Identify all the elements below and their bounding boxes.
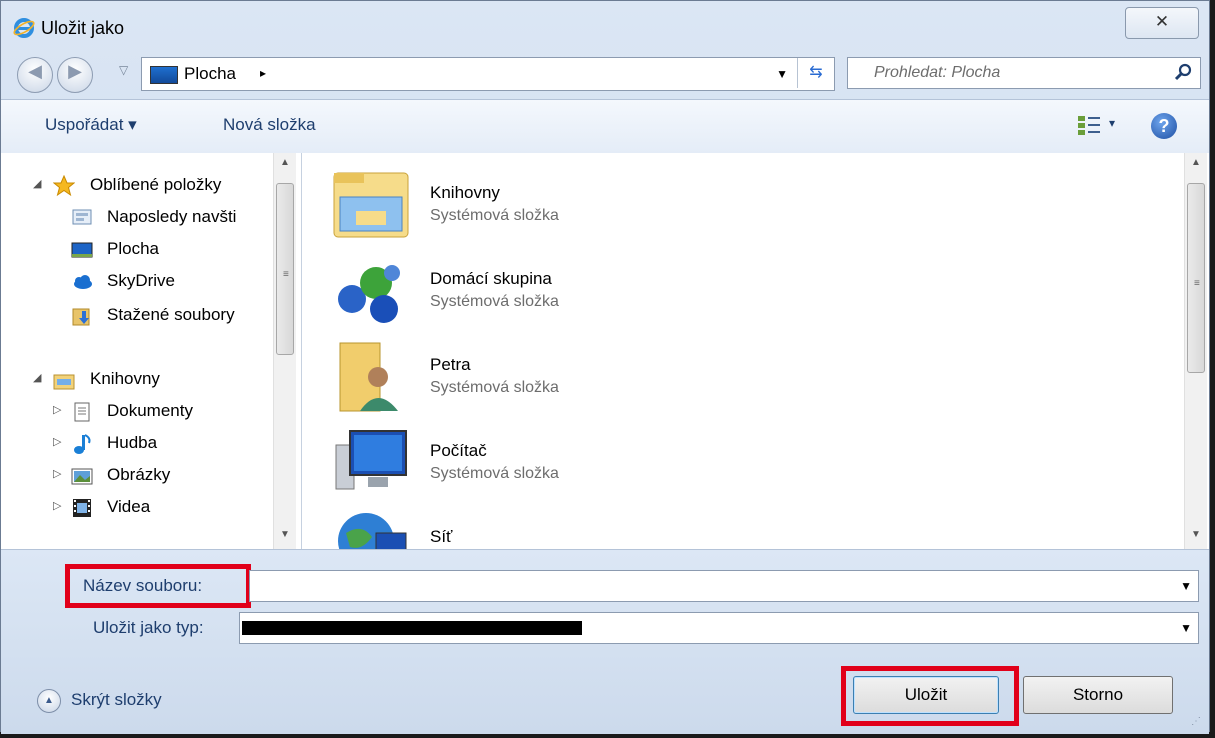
user-folder-icon (339, 342, 398, 412)
grip-icon: ≡ (283, 269, 289, 280)
address-bar[interactable]: Plocha ▸ ▼ ⇆ (141, 57, 835, 91)
save-button[interactable]: Uložit (853, 676, 999, 714)
filename-label: Název souboru: (83, 576, 203, 595)
close-button[interactable]: ✕ (1125, 7, 1199, 39)
network-icon (338, 513, 407, 549)
list-item-libraries[interactable]: Knihovny Systémová složka (332, 167, 892, 247)
forward-button[interactable]: ▶ (57, 57, 93, 93)
refresh-button[interactable]: ⇆ (797, 58, 834, 88)
organize-button[interactable]: Uspořádat ▾ (45, 115, 137, 135)
computer-icon (335, 430, 407, 490)
filename-input[interactable]: ▼ (249, 570, 1199, 602)
desktop-icon (150, 66, 178, 84)
item-name[interactable]: Síť (430, 527, 452, 547)
item-type: Systémová složka (430, 207, 559, 224)
change-view-icon[interactable] (1077, 114, 1101, 136)
star-icon (53, 175, 75, 197)
view-dropdown-icon[interactable]: ▾ (1109, 116, 1115, 130)
downloads-icon (72, 308, 90, 326)
tree-label[interactable]: Dokumenty (107, 401, 193, 421)
item-type: Systémová složka (430, 379, 559, 396)
expand-icon[interactable]: ▷ (53, 467, 61, 480)
scroll-down-icon[interactable]: ▼ (274, 529, 296, 547)
scroll-up-icon[interactable]: ▲ (1185, 157, 1207, 175)
hide-folders-icon[interactable]: ▲ (37, 689, 61, 713)
homegroup-icon (338, 265, 400, 323)
back-arrow-icon: ◀ (28, 61, 42, 81)
file-list-scrollbar[interactable]: ▲ ≡ ▼ (1184, 153, 1207, 549)
documents-icon (74, 402, 90, 422)
item-name[interactable]: Domácí skupina (430, 269, 552, 289)
window-title: Uložit jako (41, 18, 125, 38)
help-icon[interactable]: ? (1151, 113, 1177, 139)
filetype-select[interactable]: ▼ (239, 612, 1199, 644)
redaction-bar (242, 621, 582, 635)
search-input[interactable]: Prohledat: Plocha (874, 64, 1000, 82)
address-path[interactable]: Plocha (184, 64, 236, 84)
command-bar: Uspořádat ▾ Nová složka ▾ ? (1, 99, 1209, 155)
resize-grip-icon[interactable]: ⋰ (1191, 716, 1205, 730)
tree-label[interactable]: Hudba (107, 433, 157, 453)
grip-icon: ≡ (1194, 278, 1200, 289)
item-type: Systémová složka (430, 293, 559, 310)
refresh-icon: ⇆ (809, 64, 823, 81)
list-item-homegroup[interactable]: Domácí skupina Systémová složka (332, 253, 892, 333)
new-folder-button[interactable]: Nová složka (223, 115, 316, 135)
list-item-network[interactable]: Síť (332, 511, 892, 549)
libraries-icon (53, 374, 75, 390)
tree-label[interactable]: Videa (107, 497, 150, 517)
save-options-panel: Název souboru: ▼ Uložit jako typ: ▼ ▲ Sk… (1, 549, 1209, 734)
search-icon[interactable] (1172, 61, 1194, 83)
collapse-icon[interactable]: ◢ (33, 371, 41, 384)
item-name[interactable]: Petra (430, 355, 471, 375)
skydrive-icon (74, 275, 92, 289)
scroll-thumb[interactable]: ≡ (276, 183, 294, 355)
item-name[interactable]: Knihovny (430, 183, 500, 203)
list-item-computer[interactable]: Počítač Systémová složka (332, 425, 892, 505)
item-type: Systémová složka (430, 465, 559, 482)
save-as-dialog: Uložit jako ✕ ◀ ▶ ▽ Plocha ▸ ▼ ⇆ Prohled… (0, 0, 1210, 734)
filetype-label: Uložit jako typ: (93, 618, 204, 637)
tree-label[interactable]: Oblíbené položky (90, 175, 221, 195)
collapse-icon[interactable]: ◢ (33, 177, 41, 190)
hide-folders-button[interactable]: Skrýt složky (71, 690, 162, 710)
filename-dropdown-icon[interactable]: ▼ (1180, 579, 1192, 593)
tree-label[interactable]: Knihovny (90, 369, 160, 389)
address-row: ◀ ▶ ▽ Plocha ▸ ▼ ⇆ Prohledat: Plocha (1, 49, 1209, 99)
music-icon (74, 434, 91, 454)
tree-label[interactable]: Plocha (107, 239, 159, 259)
expand-icon[interactable]: ▷ (53, 403, 61, 416)
item-name[interactable]: Počítač (430, 441, 487, 461)
tree-label[interactable]: Obrázky (107, 465, 170, 485)
pictures-icon (71, 468, 93, 485)
recent-places-icon (72, 209, 92, 225)
breadcrumb-arrow-icon[interactable]: ▸ (260, 66, 266, 80)
tree-label[interactable]: Naposledy navšti (107, 207, 236, 227)
close-icon: ✕ (1154, 12, 1170, 31)
tree-label[interactable]: SkyDrive (107, 271, 175, 291)
scroll-thumb[interactable]: ≡ (1187, 183, 1205, 373)
list-item-user-folder[interactable]: Petra Systémová složka (332, 339, 892, 419)
expand-icon[interactable]: ▷ (53, 435, 61, 448)
forward-arrow-icon: ▶ (68, 61, 82, 81)
expand-icon[interactable]: ▷ (53, 499, 61, 512)
libraries-folder-icon (333, 172, 409, 238)
internet-explorer-icon (13, 18, 35, 38)
videos-icon (73, 499, 91, 517)
back-button[interactable]: ◀ (17, 57, 53, 93)
search-box[interactable]: Prohledat: Plocha (847, 57, 1201, 89)
filetype-dropdown-icon[interactable]: ▼ (1180, 621, 1192, 635)
title-bar: Uložit jako ✕ (1, 1, 1209, 49)
recent-locations-dropdown[interactable]: ▽ (119, 63, 128, 77)
tree-label[interactable]: Stažené soubory (107, 305, 235, 325)
scroll-up-icon[interactable]: ▲ (274, 157, 296, 175)
scroll-down-icon[interactable]: ▼ (1185, 529, 1207, 547)
nav-pane-scrollbar[interactable]: ▲ ≡ ▼ (273, 153, 296, 549)
navigation-pane: ◢ Oblíbené položky Naposledy navšti Ploc… (1, 153, 302, 549)
address-dropdown-icon[interactable]: ▼ (776, 67, 788, 81)
file-list: Knihovny Systémová složka Domácí skupina… (302, 153, 1209, 549)
cancel-button[interactable]: Storno (1023, 676, 1173, 714)
desktop-icon (71, 242, 93, 258)
